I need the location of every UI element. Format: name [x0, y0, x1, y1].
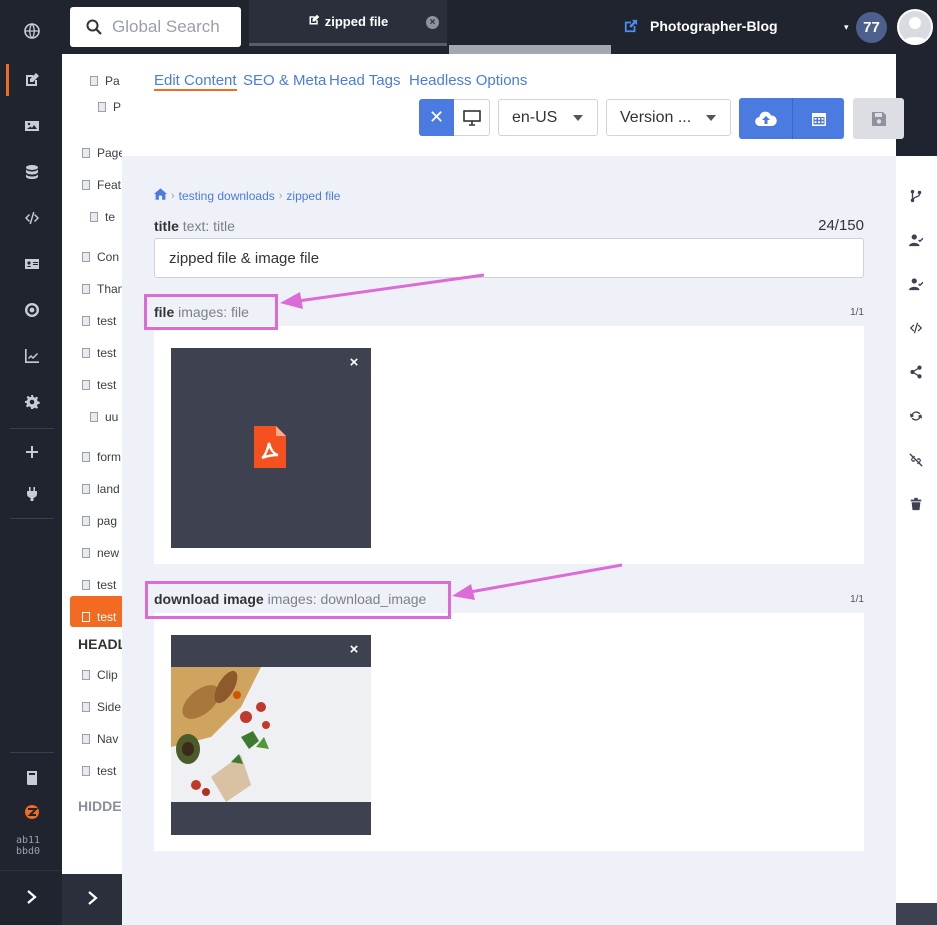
code-icon[interactable] — [908, 320, 924, 336]
unlink-icon[interactable] — [908, 452, 924, 468]
branch-icon[interactable] — [908, 188, 924, 204]
sync-icon[interactable] — [908, 408, 924, 424]
right-toolbar — [896, 156, 937, 925]
annotation-arrow-file — [297, 273, 485, 303]
share-icon[interactable] — [908, 364, 924, 380]
annotation-arrowhead-download-image — [452, 584, 475, 600]
user-check-icon[interactable] — [908, 276, 924, 292]
trash-icon[interactable] — [908, 496, 924, 512]
user-check-icon[interactable] — [908, 232, 924, 248]
right-toolbar-footer — [896, 903, 937, 925]
annotation-arrows — [280, 273, 623, 600]
annotation-arrow-download-image — [469, 563, 623, 594]
annotation-arrowhead-file — [280, 292, 303, 309]
